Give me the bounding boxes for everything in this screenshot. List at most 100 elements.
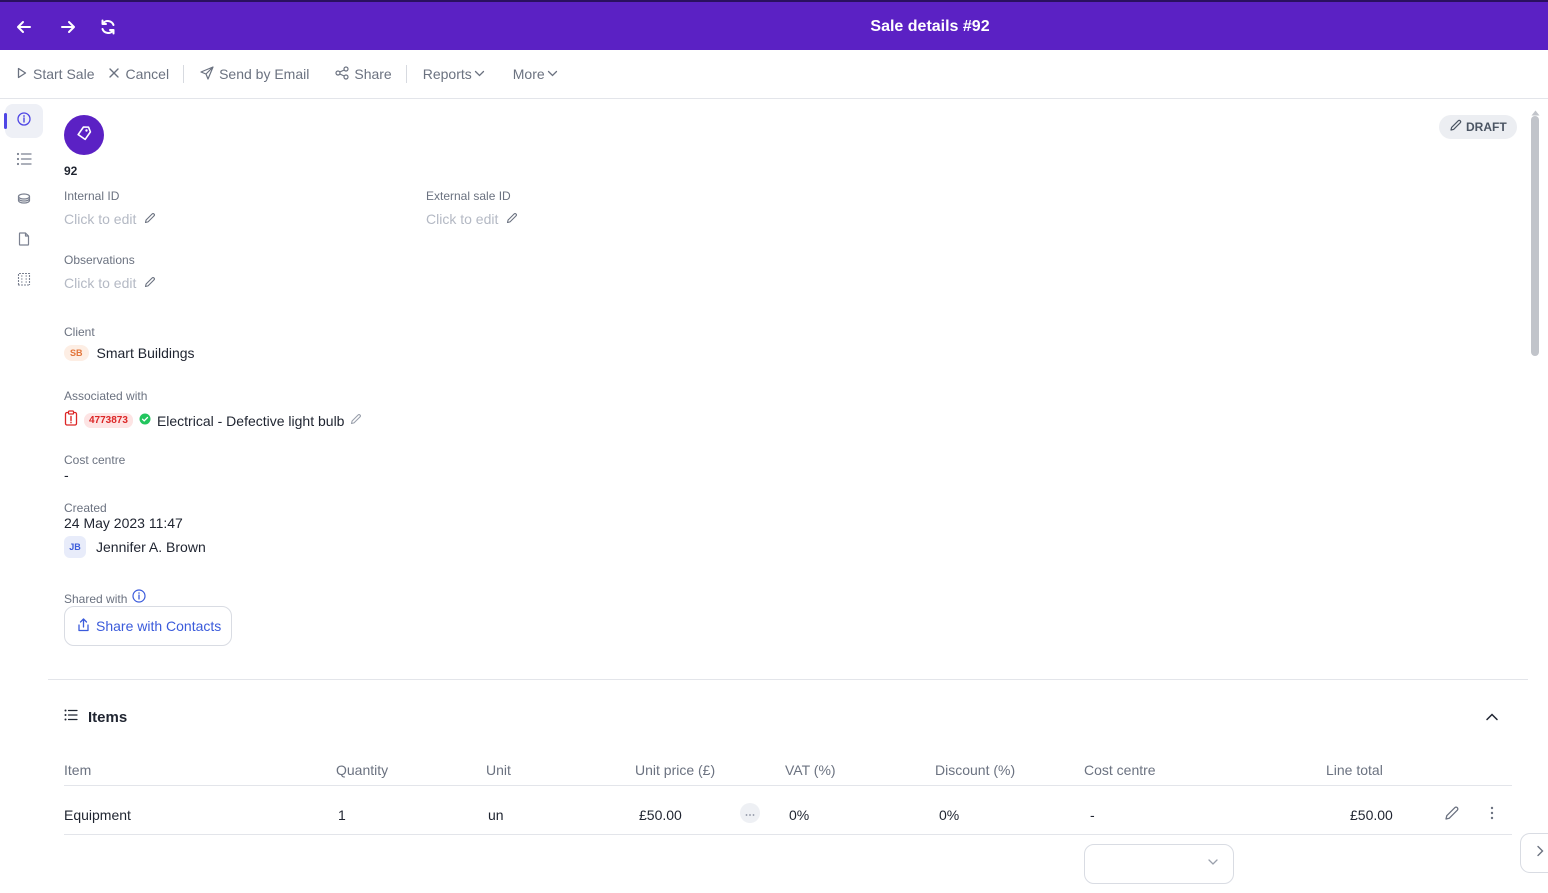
observations-label: Observations xyxy=(64,253,135,267)
pencil-icon xyxy=(1449,119,1462,135)
sidebar-item-documents[interactable] xyxy=(5,224,43,258)
creator: JB Jennifer A. Brown xyxy=(64,536,206,558)
sidebar-item-payments[interactable] xyxy=(5,184,43,218)
creator-avatar: JB xyxy=(64,536,86,558)
chevron-right-icon xyxy=(1535,844,1545,862)
row-quantity: 1 xyxy=(338,807,346,823)
chevron-down-icon xyxy=(474,66,485,82)
share-with-contacts-label: Share with Contacts xyxy=(96,618,222,634)
sale-details-panel: 92 DRAFT Internal ID Click to edit Exter… xyxy=(48,99,1528,893)
row-divider xyxy=(64,834,1512,835)
sidebar-item-locations[interactable] xyxy=(5,264,43,298)
column-header-discount: Discount (%) xyxy=(935,762,1016,778)
share-with-contacts-button[interactable]: Share with Contacts xyxy=(64,606,233,646)
pencil-icon xyxy=(506,211,518,227)
client-name: Smart Buildings xyxy=(96,345,195,361)
status-label: DRAFT xyxy=(1466,120,1507,134)
row-line-total: £50.00 xyxy=(1350,807,1393,823)
clipboard-icon xyxy=(64,410,78,431)
send-by-email-label: Send by Email xyxy=(219,66,310,82)
status-badge[interactable]: DRAFT xyxy=(1439,115,1517,139)
start-sale-button[interactable]: Start Sale xyxy=(16,66,94,82)
pencil-icon xyxy=(144,275,156,291)
sale-avatar xyxy=(64,115,104,155)
chevron-down-icon xyxy=(547,66,558,82)
sale-number: 92 xyxy=(64,164,78,178)
internal-id-field[interactable]: Click to edit xyxy=(64,211,156,227)
chevron-down-icon xyxy=(1207,855,1219,873)
created-date: 24 May 2023 11:47 xyxy=(64,515,183,531)
work-order-name: Electrical - Defective light bulb xyxy=(156,412,345,429)
column-header-vat: VAT (%) xyxy=(785,762,836,778)
row-discount: 0% xyxy=(939,807,960,823)
more-menu[interactable]: More xyxy=(513,66,558,82)
client-initials-badge: SB xyxy=(64,345,89,361)
external-id-value: Click to edit xyxy=(426,211,499,227)
scrollbar-thumb[interactable] xyxy=(1531,116,1539,356)
row-item: Equipment xyxy=(64,807,131,823)
cancel-label: Cancel xyxy=(125,66,170,82)
tag-icon xyxy=(75,124,93,147)
price-options-button[interactable] xyxy=(740,803,760,823)
items-section-header: Items xyxy=(64,708,127,726)
cost-centre-label: Cost centre xyxy=(64,453,126,467)
client-label: Client xyxy=(64,325,95,339)
close-icon xyxy=(108,66,120,82)
collapse-items-button[interactable] xyxy=(1484,709,1500,725)
share-label: Share xyxy=(354,66,392,82)
column-header-unit-price: Unit price (£) xyxy=(635,762,716,778)
pencil-icon xyxy=(1444,806,1460,825)
share-button[interactable]: Share xyxy=(335,65,392,83)
column-header-item: Item xyxy=(64,762,92,778)
creator-name: Jennifer A. Brown xyxy=(96,539,206,555)
cost-centre-value: - xyxy=(64,467,69,483)
chevron-up-icon xyxy=(1484,712,1500,729)
section-divider xyxy=(48,679,1528,680)
more-label: More xyxy=(512,66,545,82)
observations-field[interactable]: Click to edit xyxy=(64,275,156,291)
column-header-line-total: Line total xyxy=(1326,762,1383,778)
associated-label: Associated with xyxy=(64,389,148,403)
cancel-button[interactable]: Cancel xyxy=(108,66,169,82)
action-toolbar: Start Sale Cancel Send by Email Share Re… xyxy=(0,50,1548,99)
row-unit-price: £50.00 xyxy=(639,807,682,823)
row-cost-centre: - xyxy=(1090,807,1095,823)
row-menu-button[interactable] xyxy=(1486,805,1498,821)
row-vat: 0% xyxy=(789,807,810,823)
coins-icon xyxy=(17,192,31,210)
cost-centre-select[interactable] xyxy=(1084,844,1234,884)
items-section-title: Items xyxy=(88,708,128,726)
share-icon xyxy=(335,65,349,83)
external-id-field[interactable]: Click to edit xyxy=(426,211,518,227)
expand-panel-button[interactable] xyxy=(1520,833,1548,873)
reports-label: Reports xyxy=(422,66,472,82)
row-unit: un xyxy=(488,807,504,823)
column-header-unit: Unit xyxy=(486,762,511,778)
column-header-quantity: Quantity xyxy=(336,762,389,778)
list-icon xyxy=(16,152,32,171)
info-icon xyxy=(17,111,31,131)
play-icon xyxy=(16,66,28,82)
sidebar-item-details[interactable] xyxy=(4,104,43,138)
internal-id-value: Click to edit xyxy=(64,211,137,227)
send-by-email-button[interactable]: Send by Email xyxy=(200,65,310,83)
associated-work-order[interactable]: 4773873 Electrical - Defective light bul… xyxy=(64,410,362,431)
table-row xyxy=(64,786,1512,834)
check-circle-icon xyxy=(139,412,151,430)
section-sidebar xyxy=(0,99,48,893)
reports-menu[interactable]: Reports xyxy=(423,66,485,82)
kebab-menu-icon xyxy=(1486,806,1498,825)
ellipsis-icon xyxy=(745,804,755,822)
upload-icon xyxy=(77,617,90,635)
column-header-cost-centre: Cost centre xyxy=(1084,762,1156,778)
pencil-icon[interactable] xyxy=(350,412,362,430)
sidebar-item-items[interactable] xyxy=(5,144,43,178)
edit-row-button[interactable] xyxy=(1444,805,1460,821)
toolbar-divider xyxy=(405,65,407,83)
document-icon xyxy=(18,231,30,251)
external-id-label: External sale ID xyxy=(426,189,511,203)
client-link[interactable]: SB Smart Buildings xyxy=(64,345,195,361)
pencil-icon xyxy=(144,211,156,227)
start-sale-label: Start Sale xyxy=(33,66,95,82)
created-label: Created xyxy=(64,501,107,515)
